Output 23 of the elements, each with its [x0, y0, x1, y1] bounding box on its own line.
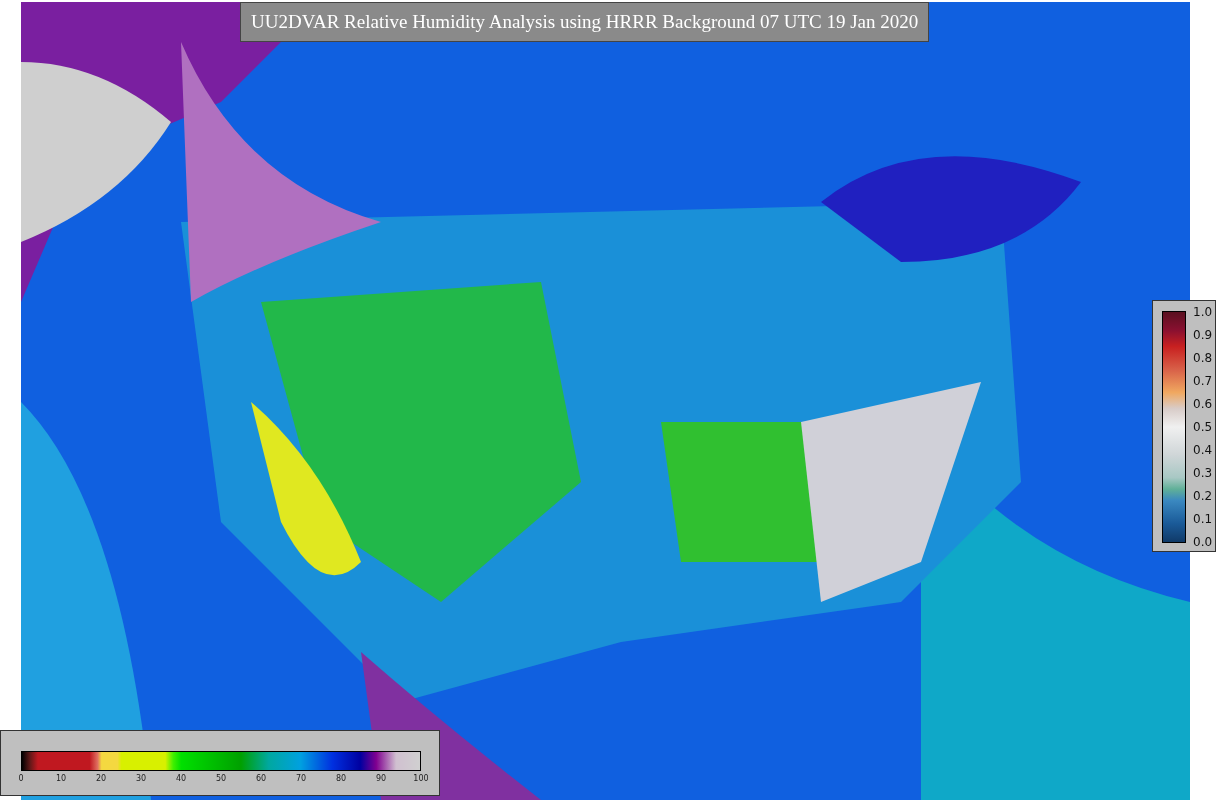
scale-label: 0.7: [1193, 374, 1213, 388]
scale-label: 10: [55, 774, 67, 783]
scale-label: 0.9: [1193, 328, 1213, 342]
scale-label: 0.3: [1193, 466, 1213, 480]
scale-label: 30: [135, 774, 147, 783]
scale-label: 0.8: [1193, 351, 1213, 365]
scale-label: 90: [375, 774, 387, 783]
scale-label: 70: [295, 774, 307, 783]
scale-label: 0.5: [1193, 420, 1213, 434]
scale-label: 0.2: [1193, 489, 1213, 503]
scale-label: 0.4: [1193, 443, 1213, 457]
scale-label: 1.0: [1193, 305, 1213, 319]
scale-label: 20: [95, 774, 107, 783]
scale-label: 0.6: [1193, 397, 1213, 411]
scale-label: 40: [175, 774, 187, 783]
scale-label: 50: [215, 774, 227, 783]
scale-label: 0.1: [1193, 512, 1213, 526]
scale-label: 100: [413, 774, 429, 783]
scale-label: 0.0: [1193, 535, 1213, 549]
scale-label: 60: [255, 774, 267, 783]
chart-title: UU2DVAR Relative Humidity Analysis using HRRR Background 07 UTC 19 Jan 2020: [240, 2, 930, 42]
scale-label: 80: [335, 774, 347, 783]
scale-label: 0: [18, 774, 24, 783]
